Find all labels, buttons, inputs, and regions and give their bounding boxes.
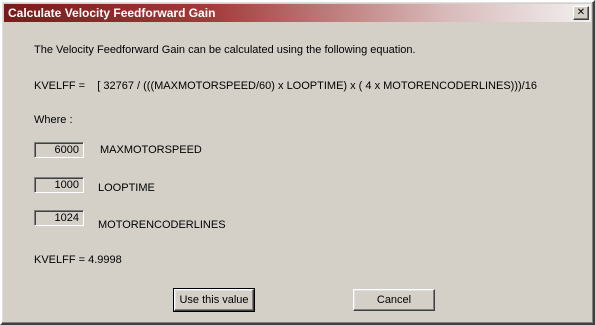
intro-text: The Velocity Feedforward Gain can be cal… bbox=[34, 44, 416, 56]
window-title: Calculate Velocity Feedforward Gain bbox=[8, 6, 216, 20]
equation-text: KVELFF = [ 32767 / (((MAXMOTORSPEED/60) … bbox=[34, 80, 537, 92]
cancel-button[interactable]: Cancel bbox=[353, 289, 435, 311]
close-button[interactable]: ✕ bbox=[573, 6, 589, 20]
motorencoderlines-label: MOTORENCODERLINES bbox=[98, 219, 226, 231]
use-this-value-button[interactable]: Use this value bbox=[173, 288, 255, 312]
result-text: KVELFF = 4.9998 bbox=[34, 254, 122, 266]
looptime-field[interactable]: 1000 bbox=[34, 177, 84, 193]
close-icon: ✕ bbox=[576, 7, 586, 18]
maxmotorspeed-field[interactable]: 6000 bbox=[34, 142, 84, 158]
where-label: Where : bbox=[34, 114, 73, 126]
dialog-window: Calculate Velocity Feedforward Gain ✕ Th… bbox=[0, 0, 595, 325]
maxmotorspeed-label: MAXMOTORSPEED bbox=[100, 144, 202, 156]
motorencoderlines-field[interactable]: 1024 bbox=[34, 210, 84, 226]
looptime-label: LOOPTIME bbox=[98, 182, 155, 194]
title-bar[interactable]: Calculate Velocity Feedforward Gain ✕ bbox=[4, 4, 591, 22]
